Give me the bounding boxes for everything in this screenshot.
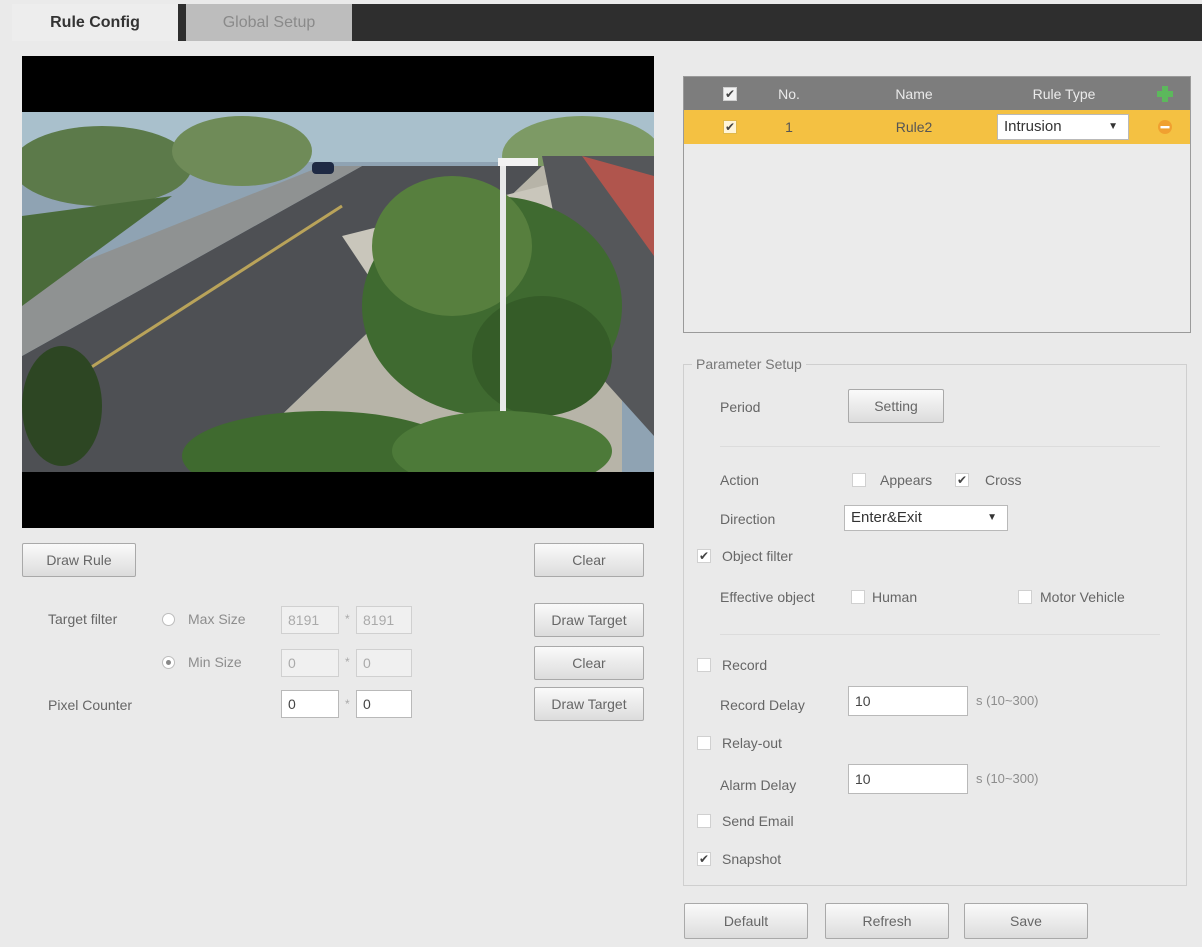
rule-type-select[interactable]: Intrusion ▼ xyxy=(997,114,1129,140)
min-size-label: Min Size xyxy=(188,654,242,670)
rule-table: ✔ No. Name Rule Type ✔ 1 Rule2 Intrusion… xyxy=(683,76,1191,333)
chevron-down-icon: ▼ xyxy=(1108,121,1118,132)
appears-label: Appears xyxy=(880,472,933,488)
pixel-width-input[interactable] xyxy=(281,690,339,718)
header-no: No. xyxy=(778,85,800,102)
divider xyxy=(720,634,1160,635)
rule-row-no: 1 xyxy=(785,119,793,135)
tab-bar: Rule Config Global Setup xyxy=(12,4,1202,41)
direction-label: Direction xyxy=(720,511,776,527)
tab-global-setup[interactable]: Global Setup xyxy=(186,4,352,41)
relay-out-checkbox[interactable] xyxy=(697,736,711,750)
default-button[interactable]: Default xyxy=(684,903,808,939)
max-size-label: Max Size xyxy=(188,611,246,627)
relay-out-label: Relay-out xyxy=(722,735,782,751)
cross-label: Cross xyxy=(985,472,1022,488)
refresh-button[interactable]: Refresh xyxy=(825,903,949,939)
max-height-input[interactable] xyxy=(356,606,412,634)
parameter-setup-panel xyxy=(683,364,1187,886)
rule-table-header: ✔ No. Name Rule Type xyxy=(684,77,1190,110)
header-name: Name xyxy=(895,85,933,102)
max-width-input[interactable] xyxy=(281,606,339,634)
delete-rule-icon[interactable] xyxy=(1150,110,1180,144)
human-checkbox[interactable] xyxy=(851,590,865,604)
select-all-checkbox[interactable]: ✔ xyxy=(723,86,737,101)
motor-vehicle-checkbox[interactable] xyxy=(1018,590,1032,604)
draw-pixel-target-button[interactable]: Draw Target xyxy=(534,687,644,721)
min-size-radio[interactable] xyxy=(162,656,175,669)
times-sign: * xyxy=(345,697,350,711)
target-filter-label: Target filter xyxy=(48,611,118,627)
save-button[interactable]: Save xyxy=(964,903,1088,939)
tab-rule-config[interactable]: Rule Config xyxy=(12,4,178,41)
cross-checkbox[interactable]: ✔ xyxy=(955,473,969,487)
rule-row[interactable]: ✔ 1 Rule2 Intrusion ▼ xyxy=(684,110,1190,144)
period-setting-button[interactable]: Setting xyxy=(848,389,944,423)
record-delay-label: Record Delay xyxy=(720,697,805,713)
clear-rule-button[interactable]: Clear xyxy=(534,543,644,577)
min-height-input[interactable] xyxy=(356,649,412,677)
times-sign: * xyxy=(345,655,350,669)
record-delay-input[interactable] xyxy=(848,686,968,716)
record-delay-unit: s (10~300) xyxy=(976,693,1039,708)
snapshot-label: Snapshot xyxy=(722,851,782,867)
human-label: Human xyxy=(872,589,918,605)
rule-row-checkbox[interactable]: ✔ xyxy=(723,120,737,134)
pixel-height-input[interactable] xyxy=(356,690,412,718)
header-rule-type: Rule Type xyxy=(1032,85,1096,102)
draw-target-button[interactable]: Draw Target xyxy=(534,603,644,637)
video-preview[interactable] xyxy=(22,56,654,528)
object-filter-checkbox[interactable]: ✔ xyxy=(697,549,711,563)
alarm-delay-input[interactable] xyxy=(848,764,968,794)
clear-target-button[interactable]: Clear xyxy=(534,646,644,680)
direction-select[interactable]: Enter&Exit ▼ xyxy=(844,505,1008,531)
camera-scene xyxy=(22,56,654,528)
times-sign: * xyxy=(345,612,350,626)
record-checkbox[interactable] xyxy=(697,658,711,672)
snapshot-checkbox[interactable]: ✔ xyxy=(697,852,711,866)
action-label: Action xyxy=(720,472,759,488)
motor-vehicle-label: Motor Vehicle xyxy=(1040,589,1125,605)
chevron-down-icon: ▼ xyxy=(987,512,997,523)
alarm-delay-unit: s (10~300) xyxy=(976,771,1039,786)
alarm-delay-label: Alarm Delay xyxy=(720,777,797,793)
add-rule-icon[interactable] xyxy=(1150,77,1180,110)
period-label: Period xyxy=(720,399,761,415)
appears-checkbox[interactable] xyxy=(852,473,866,487)
draw-rule-button[interactable]: Draw Rule xyxy=(22,543,136,577)
object-filter-label: Object filter xyxy=(722,548,793,564)
max-size-radio[interactable] xyxy=(162,613,175,626)
rule-row-name[interactable]: Rule2 xyxy=(864,110,964,144)
divider xyxy=(720,446,1160,447)
parameter-setup-legend: Parameter Setup xyxy=(692,356,806,372)
send-email-checkbox[interactable] xyxy=(697,814,711,828)
min-width-input[interactable] xyxy=(281,649,339,677)
pixel-counter-label: Pixel Counter xyxy=(48,697,133,713)
send-email-label: Send Email xyxy=(722,813,794,829)
effective-object-label: Effective object xyxy=(720,589,815,605)
record-label: Record xyxy=(722,657,768,673)
